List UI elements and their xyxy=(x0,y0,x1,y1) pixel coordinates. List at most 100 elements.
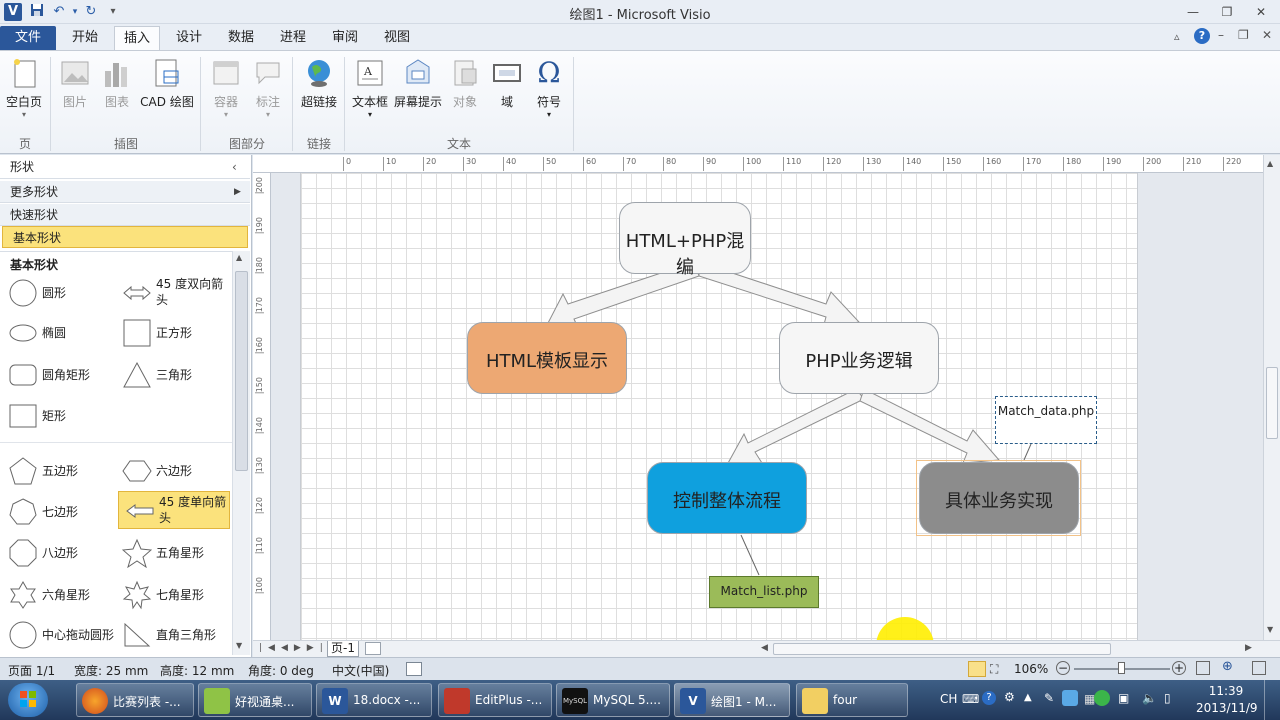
pan-zoom-icon[interactable]: ⊕ xyxy=(1222,659,1233,674)
hyperlink-button[interactable]: 超链接 xyxy=(298,57,340,110)
chart-button[interactable]: 图表 xyxy=(98,57,136,110)
node-root[interactable]: HTML+PHP混编 xyxy=(619,202,751,278)
insert-page-icon[interactable] xyxy=(365,642,381,655)
callout-button[interactable]: 标注 ▾ xyxy=(250,57,286,119)
normal-view-icon[interactable] xyxy=(968,661,986,677)
clock[interactable]: 11:39 2013/11/9 xyxy=(1196,683,1258,717)
taskbar-item-word[interactable]: W 18.docx -... xyxy=(316,683,432,717)
help-icon[interactable]: ? xyxy=(1194,28,1210,44)
page-tab[interactable]: 页-1 xyxy=(327,641,359,657)
arrow-php-to-business[interactable] xyxy=(859,388,1001,464)
collapse-panel-icon[interactable]: ‹ xyxy=(232,155,237,179)
pen-icon[interactable]: ✎ xyxy=(1044,691,1054,705)
minimize-button[interactable]: — xyxy=(1178,2,1208,22)
zoom-in-icon[interactable]: + xyxy=(1172,661,1186,675)
scroll-left-icon[interactable]: ◀ xyxy=(761,643,768,653)
start-button[interactable] xyxy=(8,683,48,717)
keyboard-icon[interactable]: ⌨ xyxy=(962,692,979,706)
node-php-logic[interactable]: PHP业务逻辑 xyxy=(779,322,939,394)
shape-right-triangle[interactable]: 直角三角形 xyxy=(116,616,228,654)
shape-rect[interactable]: 矩形 xyxy=(2,397,114,435)
tab-file[interactable]: 文件 xyxy=(0,26,56,50)
shape-heptagon[interactable]: 七边形 xyxy=(2,493,114,531)
page-nav-icons[interactable]: |◀◀▶▶| xyxy=(259,643,329,653)
scroll-up-icon[interactable]: ▲ xyxy=(236,253,242,262)
zoom-slider-thumb[interactable] xyxy=(1118,662,1125,674)
shape-square[interactable]: 正方形 xyxy=(116,314,228,352)
shape-arrow-45-single[interactable]: 45 度单向箭头 xyxy=(118,491,230,529)
shape-hexagon[interactable]: 六边形 xyxy=(116,452,228,490)
shape-star6[interactable]: 六角星形 xyxy=(2,576,114,614)
power-icon[interactable]: ▯ xyxy=(1164,691,1171,705)
taskbar-item-firefox[interactable]: 比赛列表 -... xyxy=(76,683,194,717)
symbol-button[interactable]: Ω 符号 ▾ xyxy=(530,57,568,120)
horizontal-scrollbar-thumb[interactable] xyxy=(773,643,1111,655)
status-language[interactable]: 中文(中国) xyxy=(332,662,389,679)
tray-settings-icon[interactable]: ⚙ xyxy=(1004,690,1015,704)
tab-data[interactable]: 数据 xyxy=(218,26,264,50)
doc-minimize-icon[interactable]: – xyxy=(1218,28,1224,42)
zoom-out-icon[interactable]: − xyxy=(1056,661,1070,675)
shape-center-drag-circle[interactable]: 中心拖动圆形 xyxy=(2,616,114,654)
ime-indicator[interactable]: CH xyxy=(940,692,957,706)
tab-process[interactable]: 进程 xyxy=(270,26,316,50)
fullscreen-view-icon[interactable]: ⛶ xyxy=(990,662,998,677)
node-control-flow[interactable]: 控制整体流程 xyxy=(647,462,807,534)
collapse-ribbon-icon[interactable]: ▵ xyxy=(1174,30,1180,43)
stencil-scrollbar[interactable]: ▲ ▼ xyxy=(232,251,250,655)
more-shapes-item[interactable]: 更多形状 ▶ xyxy=(0,181,250,203)
shape-circle[interactable]: 圆形 xyxy=(2,274,114,312)
note-match-data[interactable]: Match_data.php xyxy=(995,396,1097,444)
switch-windows-icon[interactable] xyxy=(1252,661,1266,675)
security-shield-icon[interactable] xyxy=(1094,690,1110,706)
cad-drawing-button[interactable]: CAD 绘图 xyxy=(138,57,196,110)
scroll-down-icon[interactable]: ▼ xyxy=(1267,625,1273,634)
basic-shapes-item[interactable]: 基本形状 xyxy=(2,226,248,248)
scrollbar-thumb[interactable] xyxy=(1266,367,1278,439)
node-business-impl[interactable]: 具体业务实现 xyxy=(919,462,1079,534)
taskbar-item-folder[interactable]: four xyxy=(796,683,908,717)
taskbar-item-editplus[interactable]: EditPlus -... xyxy=(438,683,552,717)
doc-close-icon[interactable]: ✕ xyxy=(1262,28,1272,42)
shape-ellipse[interactable]: 椭圆 xyxy=(2,314,114,352)
container-button[interactable]: 容器 ▾ xyxy=(206,57,246,119)
shape-octagon[interactable]: 八边形 xyxy=(2,534,114,572)
scroll-down-icon[interactable]: ▼ xyxy=(236,641,242,650)
node-html-template[interactable]: HTML模板显示 xyxy=(467,322,627,394)
shape-arrow-45-double[interactable]: 45 度双向箭头 xyxy=(116,274,228,312)
screentip-button[interactable]: 屏幕提示 xyxy=(392,57,444,110)
blank-page-button[interactable]: 空白页 ▾ xyxy=(4,57,44,119)
tab-review[interactable]: 审阅 xyxy=(322,26,368,50)
scroll-right-icon[interactable]: ▶ xyxy=(1245,643,1252,653)
vertical-scrollbar[interactable]: ▲ ▼ xyxy=(1263,155,1280,640)
network-icon[interactable]: ▣ xyxy=(1118,691,1129,705)
tray-expand-icon[interactable]: ▲ xyxy=(1024,692,1032,703)
field-button[interactable]: 域 xyxy=(488,57,526,110)
picture-button[interactable]: 图片 xyxy=(56,57,94,110)
taskbar-item-visio[interactable]: V 绘图1 - M... xyxy=(674,683,790,717)
shape-rounded-rect[interactable]: 圆角矩形 xyxy=(2,356,114,394)
close-button[interactable]: ✕ xyxy=(1246,2,1276,22)
shape-triangle[interactable]: 三角形 xyxy=(116,356,228,394)
tab-insert[interactable]: 插入 xyxy=(114,26,160,50)
doc-restore-icon[interactable]: ❐ xyxy=(1238,28,1249,42)
tab-design[interactable]: 设计 xyxy=(166,26,212,50)
macro-record-icon[interactable] xyxy=(406,662,422,676)
scroll-up-icon[interactable]: ▲ xyxy=(1267,159,1273,168)
taskbar-item-video[interactable]: 好视通桌... xyxy=(198,683,312,717)
box-match-list[interactable]: Match_list.php xyxy=(709,576,819,608)
quick-shapes-item[interactable]: 快速形状 xyxy=(0,204,250,226)
shape-star5[interactable]: 五角星形 xyxy=(116,534,228,572)
shape-star7[interactable]: 七角星形 xyxy=(116,576,228,614)
tray-help-icon[interactable]: ? xyxy=(982,691,996,705)
textbox-button[interactable]: A 文本框 ▾ xyxy=(350,57,390,119)
taskbar-item-mysql[interactable]: MySQL MySQL 5.... xyxy=(556,683,670,717)
fit-page-icon[interactable] xyxy=(1196,661,1210,675)
shape-pentagon[interactable]: 五边形 xyxy=(2,452,114,490)
volume-icon[interactable]: 🔈 xyxy=(1142,691,1157,705)
show-desktop-button[interactable] xyxy=(1264,680,1280,720)
tab-home[interactable]: 开始 xyxy=(62,26,108,50)
restore-button[interactable]: ❐ xyxy=(1212,2,1242,22)
object-button[interactable]: 对象 xyxy=(446,57,484,110)
tab-view[interactable]: 视图 xyxy=(374,26,420,50)
